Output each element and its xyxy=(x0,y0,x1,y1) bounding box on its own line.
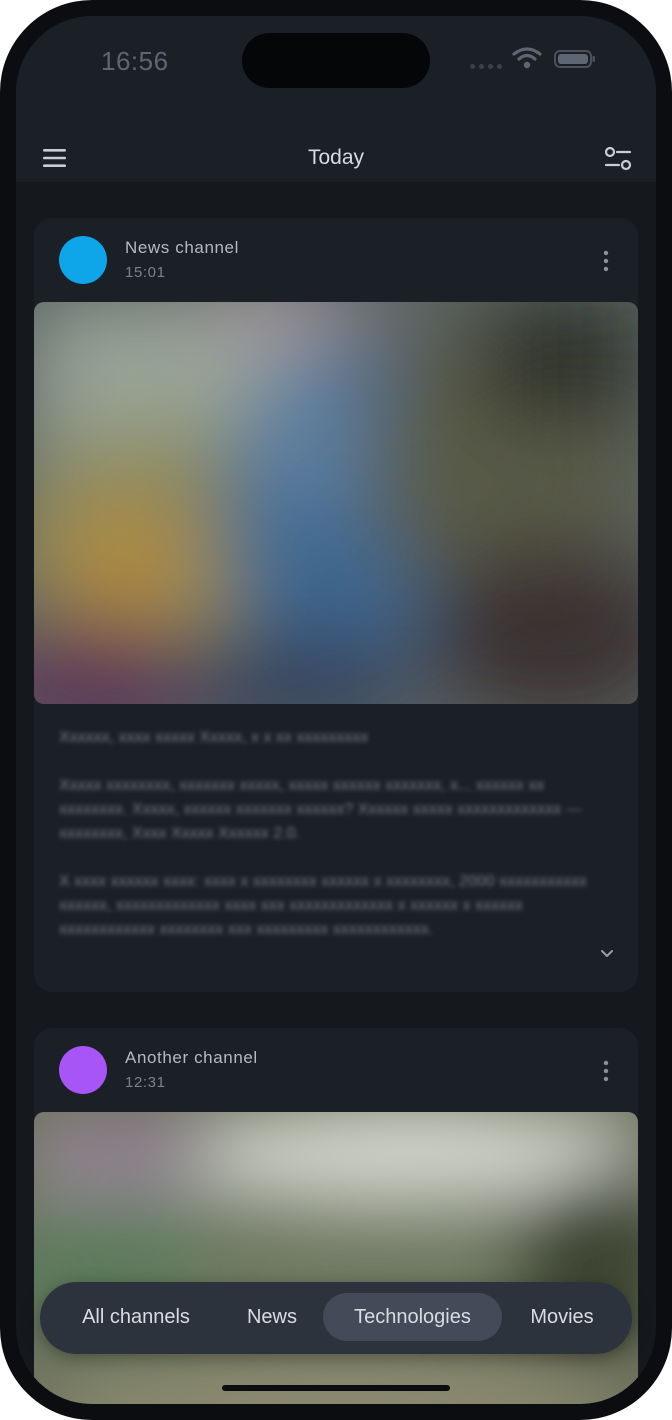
post-time: 12:31 xyxy=(125,1074,166,1091)
tab-all-channels[interactable]: All channels xyxy=(54,1293,218,1341)
dynamic-island xyxy=(242,33,430,88)
post-time: 15:01 xyxy=(125,264,166,281)
channel-avatar[interactable] xyxy=(59,1046,107,1094)
post-paragraph: X xxxx xxxxxx xxxx: xxxx x xxxxxxxx xxxx… xyxy=(59,873,588,938)
tab-news[interactable]: News xyxy=(230,1293,314,1341)
channel-name[interactable]: Another channel xyxy=(125,1048,258,1068)
more-vertical-icon[interactable] xyxy=(600,1060,612,1082)
page-title: Today xyxy=(307,146,365,169)
post-text: Xxxxxx, xxxx xxxxx Xxxxx, x x xx xxxxxxx… xyxy=(59,726,599,966)
post-card[interactable]: News channel 15:01 Xxxxxx, xxxx xxxxx Xx… xyxy=(34,218,638,992)
battery-icon xyxy=(554,50,595,68)
filter-settings-icon[interactable] xyxy=(604,146,632,172)
post-paragraph: Xxxxxx, xxxx xxxxx Xxxxx, x x xx xxxxxxx… xyxy=(59,729,369,746)
app-header: Today xyxy=(16,108,656,183)
phone-frame: 16:56 Today News channel 15:01 Xxxxxx, x… xyxy=(0,0,672,1420)
wifi-icon xyxy=(512,47,542,69)
tab-technologies[interactable]: Technologies xyxy=(323,1293,502,1341)
post-paragraph: Xxxxx xxxxxxxx, xxxxxxx xxxxx, xxxxx xxx… xyxy=(59,777,582,842)
status-bar: 16:56 xyxy=(16,16,656,108)
chevron-down-icon[interactable] xyxy=(599,948,615,960)
channel-avatar[interactable] xyxy=(59,236,107,284)
signal-icon xyxy=(470,64,502,69)
status-time: 16:56 xyxy=(101,46,169,76)
tab-movies[interactable]: Movies xyxy=(514,1293,610,1341)
more-vertical-icon[interactable] xyxy=(600,250,612,272)
post-image[interactable] xyxy=(34,302,638,704)
post-image[interactable] xyxy=(34,1112,638,1404)
home-indicator[interactable] xyxy=(222,1385,450,1391)
app-screen: 16:56 Today News channel 15:01 Xxxxxx, x… xyxy=(16,16,656,1404)
channel-name[interactable]: News channel xyxy=(125,238,239,258)
category-tab-bar: All channels News Technologies Movies xyxy=(40,1282,632,1354)
